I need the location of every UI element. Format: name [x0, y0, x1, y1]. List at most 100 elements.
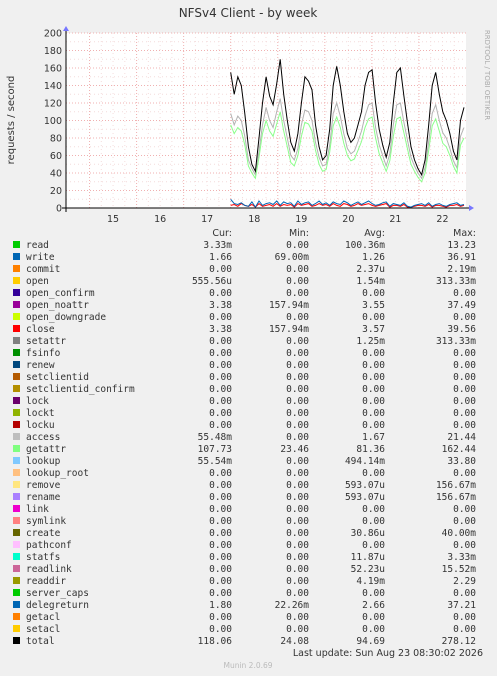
y-tick-label: 200	[44, 29, 62, 40]
legend-label: lock	[26, 396, 49, 407]
legend-cur: 0.00	[209, 312, 232, 323]
legend-cur: 55.48m	[198, 432, 233, 443]
legend-max: 37.21	[447, 600, 476, 611]
legend-cur: 0.00	[209, 540, 232, 551]
legend-cur: 3.33m	[203, 240, 232, 251]
y-tick-label: 140	[44, 81, 62, 92]
legend-swatch	[13, 277, 20, 284]
legend-max: 0.00	[453, 540, 476, 551]
legend-max: 3.33m	[447, 552, 476, 563]
legend-avg: 30.86u	[351, 528, 385, 539]
y-tick-label: 160	[44, 64, 62, 75]
x-tick-label: 15	[107, 214, 119, 225]
legend-label: setattr	[26, 336, 66, 347]
legend-avg: 0.00	[362, 468, 385, 479]
legend-cur: 0.00	[209, 396, 232, 407]
legend-cur: 0.00	[209, 384, 232, 395]
legend-label: commit	[26, 264, 60, 275]
legend-avg: 0.00	[362, 288, 385, 299]
legend-max: 33.80	[447, 456, 476, 467]
legend-min: 0.00	[286, 336, 309, 347]
legend-avg: 0.00	[362, 360, 385, 371]
legend-swatch	[13, 481, 20, 488]
legend-cur: 0.00	[209, 288, 232, 299]
legend-avg: 1.67	[362, 432, 385, 443]
legend-avg: 52.23u	[351, 564, 385, 575]
legend-cur: 0.00	[209, 420, 232, 431]
legend-max: 0.00	[453, 348, 476, 359]
legend-swatch	[13, 469, 20, 476]
legend-avg: 11.87u	[351, 552, 385, 563]
legend-max: 2.19m	[447, 264, 476, 275]
legend-max: 278.12	[442, 636, 476, 647]
legend-cur: 0.00	[209, 588, 232, 599]
legend-min: 23.46	[280, 444, 309, 455]
legend-avg: 0.00	[362, 588, 385, 599]
y-tick-label: 0	[56, 204, 62, 215]
legend-min: 0.00	[286, 360, 309, 371]
legend-header-max: Max:	[453, 228, 476, 239]
legend-min: 0.00	[286, 504, 309, 515]
legend-label: pathconf	[26, 540, 72, 551]
legend-avg: 3.57	[362, 324, 385, 335]
legend-cur: 107.73	[198, 444, 232, 455]
x-tick-label: 18	[248, 214, 260, 225]
legend-cur: 0.00	[209, 516, 232, 527]
legend-max: 156.67m	[436, 480, 476, 491]
legend-max: 0.00	[453, 408, 476, 419]
legend-swatch	[13, 397, 20, 404]
legend-label: renew	[26, 360, 55, 371]
legend-avg: 494.14m	[345, 456, 385, 467]
legend-label: remove	[26, 480, 61, 491]
chart-title: NFSv4 Client - by week	[179, 6, 318, 20]
legend-avg: 100.36m	[345, 240, 385, 251]
legend-max: 15.52m	[442, 564, 477, 575]
legend-swatch	[13, 373, 20, 380]
x-tick-label: 16	[154, 214, 166, 225]
y-tick-label: 100	[44, 116, 62, 127]
legend-min: 0.00	[286, 312, 309, 323]
legend-max: 313.33m	[436, 276, 476, 287]
legend-label: lookup_root	[26, 468, 89, 479]
legend-min: 157.94m	[269, 300, 309, 311]
legend: Cur: Min: Avg: Max: read 3.33m 0.00 100.36m…	[13, 228, 476, 647]
legend-avg: 0.00	[362, 384, 385, 395]
legend-min: 0.00	[286, 276, 309, 287]
legend-swatch	[13, 625, 20, 632]
legend-swatch	[13, 553, 20, 560]
y-tick-label: 60	[50, 151, 62, 162]
y-tick-label: 120	[44, 99, 62, 110]
legend-label: rename	[26, 492, 61, 503]
legend-max: 37.49	[447, 300, 476, 311]
legend-min: 0.00	[286, 240, 309, 251]
legend-header-min: Min:	[289, 228, 309, 239]
legend-swatch	[13, 349, 20, 356]
legend-min: 0.00	[286, 528, 309, 539]
legend-avg: 0.00	[362, 396, 385, 407]
legend-min: 0.00	[286, 348, 309, 359]
legend-max: 13.23	[447, 240, 476, 251]
legend-label: setclientid	[26, 372, 89, 383]
legend-swatch	[13, 241, 20, 248]
legend-label: open	[26, 276, 49, 287]
legend-cur: 0.00	[209, 480, 232, 491]
legend-min: 22.26m	[275, 600, 310, 611]
legend-avg: 0.00	[362, 612, 385, 623]
legend-avg: 593.07u	[345, 492, 385, 503]
legend-avg: 81.36	[356, 444, 385, 455]
legend-avg: 0.00	[362, 348, 385, 359]
legend-label: symlink	[26, 516, 66, 527]
legend-avg: 0.00	[362, 540, 385, 551]
x-tick-label: 17	[201, 214, 213, 225]
legend-label: lookup	[26, 456, 61, 467]
legend-swatch	[13, 565, 20, 572]
legend-avg: 1.25m	[356, 336, 385, 347]
legend-avg: 0.00	[362, 312, 385, 323]
legend-max: 313.33m	[436, 336, 476, 347]
legend-cur: 0.00	[209, 360, 232, 371]
legend-avg: 0.00	[362, 420, 385, 431]
legend-max: 156.67m	[436, 492, 476, 503]
legend-min: 0.00	[286, 492, 309, 503]
legend-swatch	[13, 313, 20, 320]
legend-swatch	[13, 265, 20, 272]
